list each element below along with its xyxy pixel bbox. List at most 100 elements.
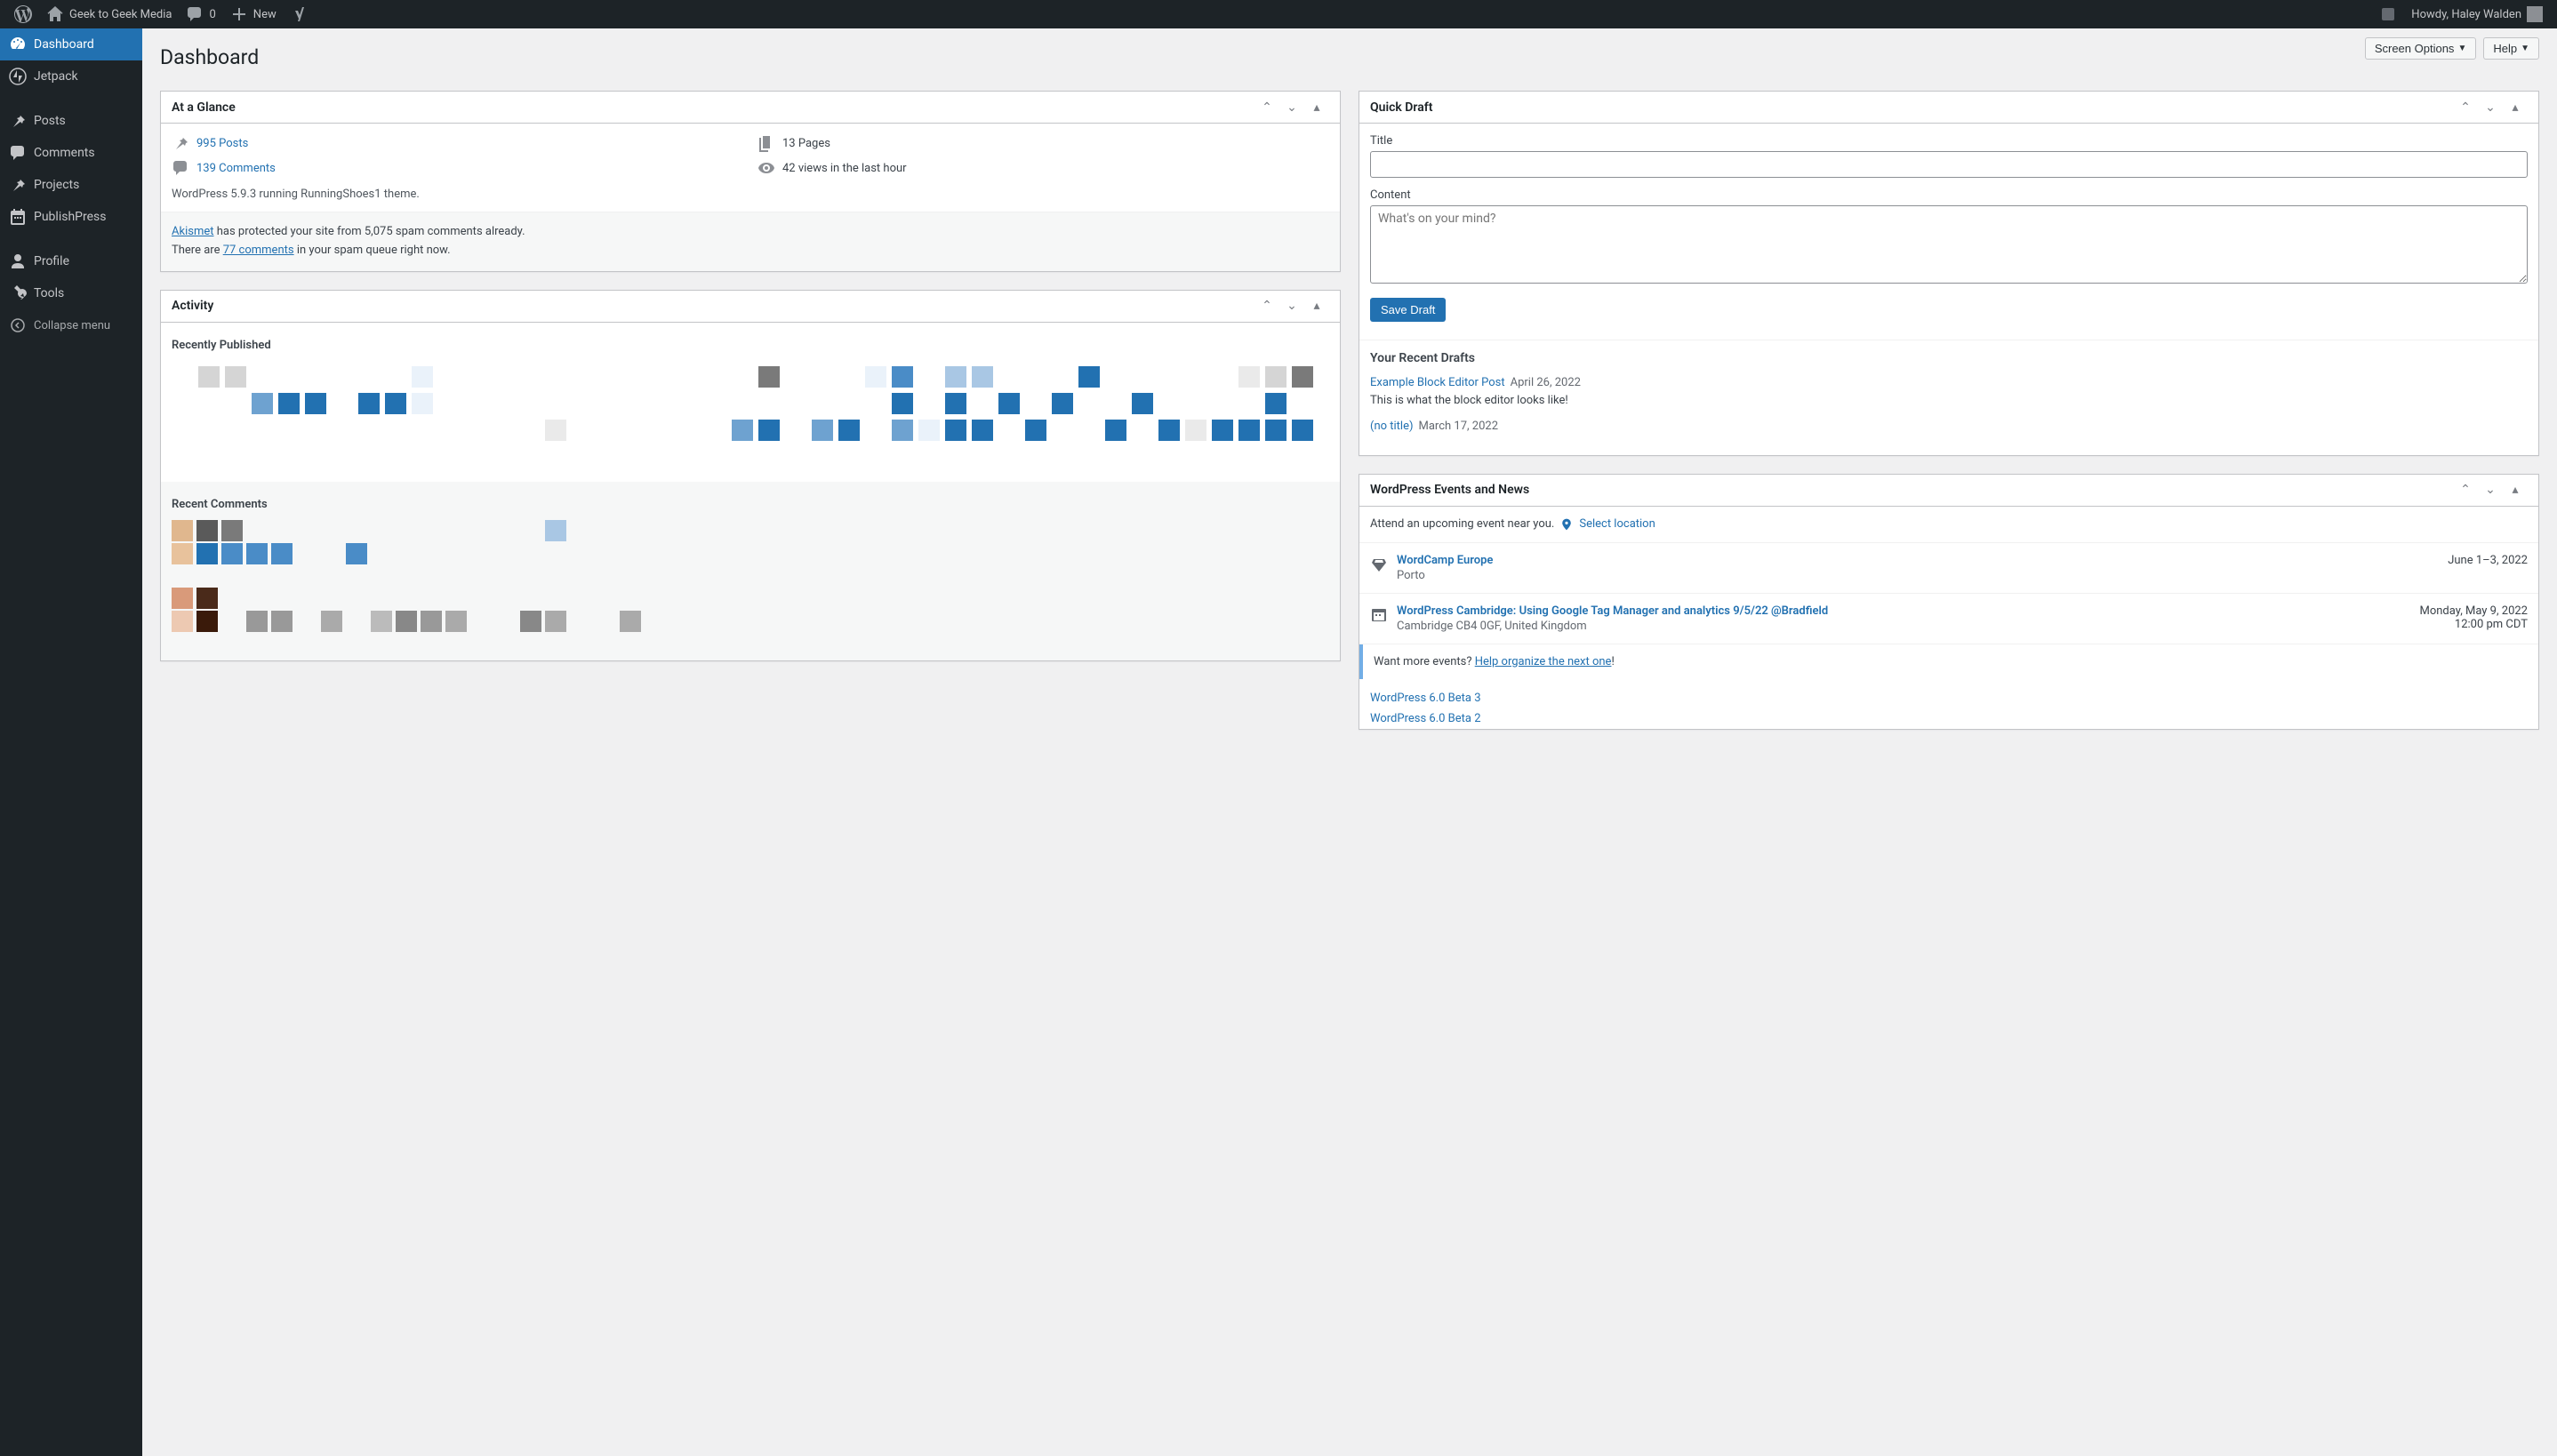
spam-queue-link[interactable]: 77 comments <box>223 244 294 257</box>
draft-content-input[interactable] <box>1370 205 2528 284</box>
toggle-icon[interactable]: ▴ <box>2503 477 2528 502</box>
menu-tools[interactable]: Tools <box>0 277 142 309</box>
menu-collapse[interactable]: Collapse menu <box>0 309 142 341</box>
news-links: WordPress 6.0 Beta 3 WordPress 6.0 Beta … <box>1359 679 2538 729</box>
menu-publishpress[interactable]: PublishPress <box>0 201 142 233</box>
glance-comments[interactable]: 139 Comments <box>172 159 743 177</box>
comment-item <box>172 520 1329 541</box>
wp-version: WordPress 5.9.3 running RunningShoes1 th… <box>172 188 1329 201</box>
plus-icon <box>230 5 248 23</box>
activity-title: Activity <box>172 299 213 313</box>
dashboard-icon <box>9 36 27 53</box>
howdy-text: Howdy, Haley Walden <box>2411 8 2521 21</box>
glance-posts[interactable]: 995 Posts <box>172 134 743 152</box>
at-a-glance-title: At a Glance <box>172 100 236 115</box>
pin-icon <box>172 134 189 152</box>
calendar-icon <box>9 208 27 226</box>
move-up-icon[interactable]: ⌃ <box>2453 95 2478 120</box>
events-news-box: WordPress Events and News ⌃ ⌄ ▴ Attend a… <box>1359 474 2539 730</box>
adminbar-notif[interactable] <box>2372 0 2404 28</box>
quick-draft-box: Quick Draft ⌃ ⌄ ▴ Title Cont <box>1359 91 2539 456</box>
menu-projects[interactable]: Projects <box>0 169 142 201</box>
event-item: WordCamp Europe Porto June 1–3, 2022 <box>1359 543 2538 594</box>
chat-icon <box>9 144 27 162</box>
toggle-icon[interactable]: ▴ <box>1304 293 1329 318</box>
help-button[interactable]: Help ▼ <box>2483 37 2539 60</box>
notification-icon <box>2379 5 2397 23</box>
jetpack-icon <box>9 68 27 85</box>
adminbar-new[interactable]: New <box>223 0 284 28</box>
menu-dashboard[interactable]: Dashboard <box>0 28 142 60</box>
save-draft-button[interactable]: Save Draft <box>1370 298 1446 322</box>
wrench-icon <box>9 284 27 302</box>
adminbar-account[interactable]: Howdy, Haley Walden <box>2404 0 2550 28</box>
recent-comments-heading: Recent Comments <box>172 492 1329 520</box>
draft-link[interactable]: Example Block Editor Post <box>1370 376 1505 389</box>
meetup-icon <box>1370 606 1388 624</box>
admin-bar: Geek to Geek Media 0 New Howdy, Haley Wa… <box>0 0 2557 28</box>
akismet-notice: Akismet has protected your site from 5,0… <box>161 212 1340 271</box>
wp-logo[interactable] <box>7 0 39 28</box>
event-link[interactable]: WordPress Cambridge: Using Google Tag Ma… <box>1397 604 2410 618</box>
chevron-down-icon: ▼ <box>2457 44 2466 53</box>
move-up-icon[interactable]: ⌃ <box>1254 293 1279 318</box>
pages-icon <box>757 134 775 152</box>
main-content: Dashboard Screen Options ▼ Help ▼ At a G… <box>142 28 2557 1456</box>
akismet-link[interactable]: Akismet <box>172 225 214 238</box>
activity-box: Activity ⌃ ⌄ ▴ Recently Published <box>160 290 1341 661</box>
toggle-icon[interactable]: ▴ <box>2503 95 2528 120</box>
pin-icon <box>9 112 27 130</box>
adminbar-comments[interactable]: 0 <box>179 0 222 28</box>
glance-views: 42 views in the last hour <box>757 159 1329 177</box>
at-a-glance-box: At a Glance ⌃ ⌄ ▴ 995 Posts <box>160 91 1341 272</box>
news-link[interactable]: WordPress 6.0 Beta 2 <box>1370 708 2528 729</box>
toggle-icon[interactable]: ▴ <box>1304 95 1329 120</box>
chevron-down-icon: ▼ <box>2521 44 2529 53</box>
admin-sidebar: Dashboard Jetpack Posts Comments Project… <box>0 28 142 1456</box>
comment-item <box>172 588 1329 609</box>
site-home[interactable]: Geek to Geek Media <box>39 0 179 28</box>
pin-icon <box>9 176 27 194</box>
user-icon <box>9 252 27 270</box>
menu-jetpack[interactable]: Jetpack <box>0 60 142 92</box>
draft-item: Example Block Editor PostApril 26, 2022 … <box>1370 374 2528 409</box>
organize-link[interactable]: Help organize the next one <box>1475 655 1612 668</box>
move-up-icon[interactable]: ⌃ <box>2453 477 2478 502</box>
wordcamp-icon <box>1370 556 1388 573</box>
adminbar-yoast[interactable] <box>284 0 316 28</box>
page-title: Dashboard <box>160 37 259 73</box>
events-more: Want more events? Help organize the next… <box>1359 644 2538 679</box>
home-icon <box>46 5 64 23</box>
event-link[interactable]: WordCamp Europe <box>1397 554 2439 567</box>
draft-title-input[interactable] <box>1370 151 2528 178</box>
yoast-icon <box>291 5 309 23</box>
move-down-icon[interactable]: ⌄ <box>1279 293 1304 318</box>
recently-published-list <box>172 361 1329 482</box>
collapse-icon <box>9 316 27 334</box>
menu-posts[interactable]: Posts <box>0 105 142 137</box>
menu-profile[interactable]: Profile <box>0 245 142 277</box>
select-location-link[interactable]: Select location <box>1579 517 1655 531</box>
move-down-icon[interactable]: ⌄ <box>2478 95 2503 120</box>
quick-draft-title: Quick Draft <box>1370 100 1432 115</box>
event-item: WordPress Cambridge: Using Google Tag Ma… <box>1359 594 2538 644</box>
events-title: WordPress Events and News <box>1370 483 1529 497</box>
menu-comments[interactable]: Comments <box>0 137 142 169</box>
wordpress-icon <box>14 5 32 23</box>
comment-item <box>172 543 1329 564</box>
draft-link[interactable]: (no title) <box>1370 420 1414 433</box>
comment-icon <box>186 5 204 23</box>
attend-text: Attend an upcoming event near you. <box>1370 517 1554 531</box>
draft-content-label: Content <box>1370 188 2528 202</box>
recently-published-heading: Recently Published <box>172 333 1329 361</box>
move-down-icon[interactable]: ⌄ <box>2478 477 2503 502</box>
news-link[interactable]: WordPress 6.0 Beta 3 <box>1370 688 2528 708</box>
glance-pages[interactable]: 13 Pages <box>757 134 1329 152</box>
move-down-icon[interactable]: ⌄ <box>1279 95 1304 120</box>
draft-item: (no title)March 17, 2022 <box>1370 418 2528 436</box>
comment-count: 0 <box>209 8 215 21</box>
new-label: New <box>253 8 277 21</box>
move-up-icon[interactable]: ⌃ <box>1254 95 1279 120</box>
screen-options-button[interactable]: Screen Options ▼ <box>2365 37 2477 60</box>
recent-drafts-heading: Your Recent Drafts <box>1370 351 2528 365</box>
